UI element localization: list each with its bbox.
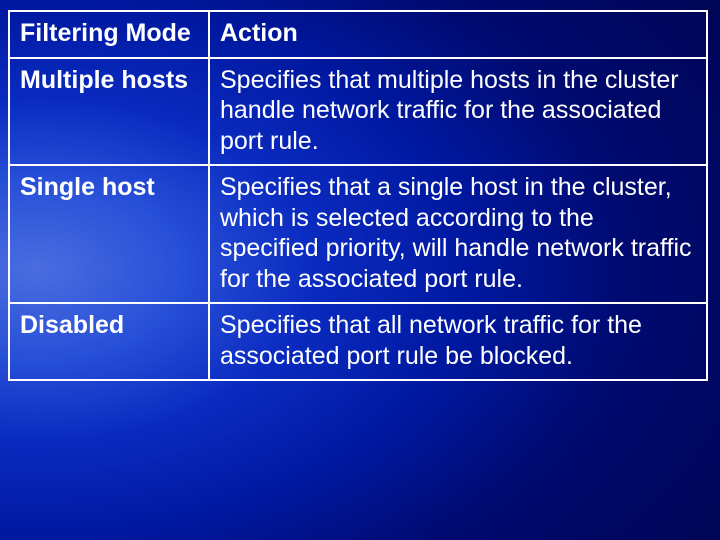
header-action: Action bbox=[209, 11, 707, 58]
mode-cell: Single host bbox=[9, 165, 209, 303]
table-row: Single host Specifies that a single host… bbox=[9, 165, 707, 303]
table-header-row: Filtering Mode Action bbox=[9, 11, 707, 58]
table-row: Disabled Specifies that all network traf… bbox=[9, 303, 707, 380]
filtering-mode-table: Filtering Mode Action Multiple hosts Spe… bbox=[8, 10, 708, 381]
header-mode: Filtering Mode bbox=[9, 11, 209, 58]
action-cell: Specifies that multiple hosts in the clu… bbox=[209, 58, 707, 166]
action-cell: Specifies that a single host in the clus… bbox=[209, 165, 707, 303]
slide: Filtering Mode Action Multiple hosts Spe… bbox=[0, 0, 720, 540]
mode-cell: Disabled bbox=[9, 303, 209, 380]
action-cell: Specifies that all network traffic for t… bbox=[209, 303, 707, 380]
table-row: Multiple hosts Specifies that multiple h… bbox=[9, 58, 707, 166]
mode-cell: Multiple hosts bbox=[9, 58, 209, 166]
